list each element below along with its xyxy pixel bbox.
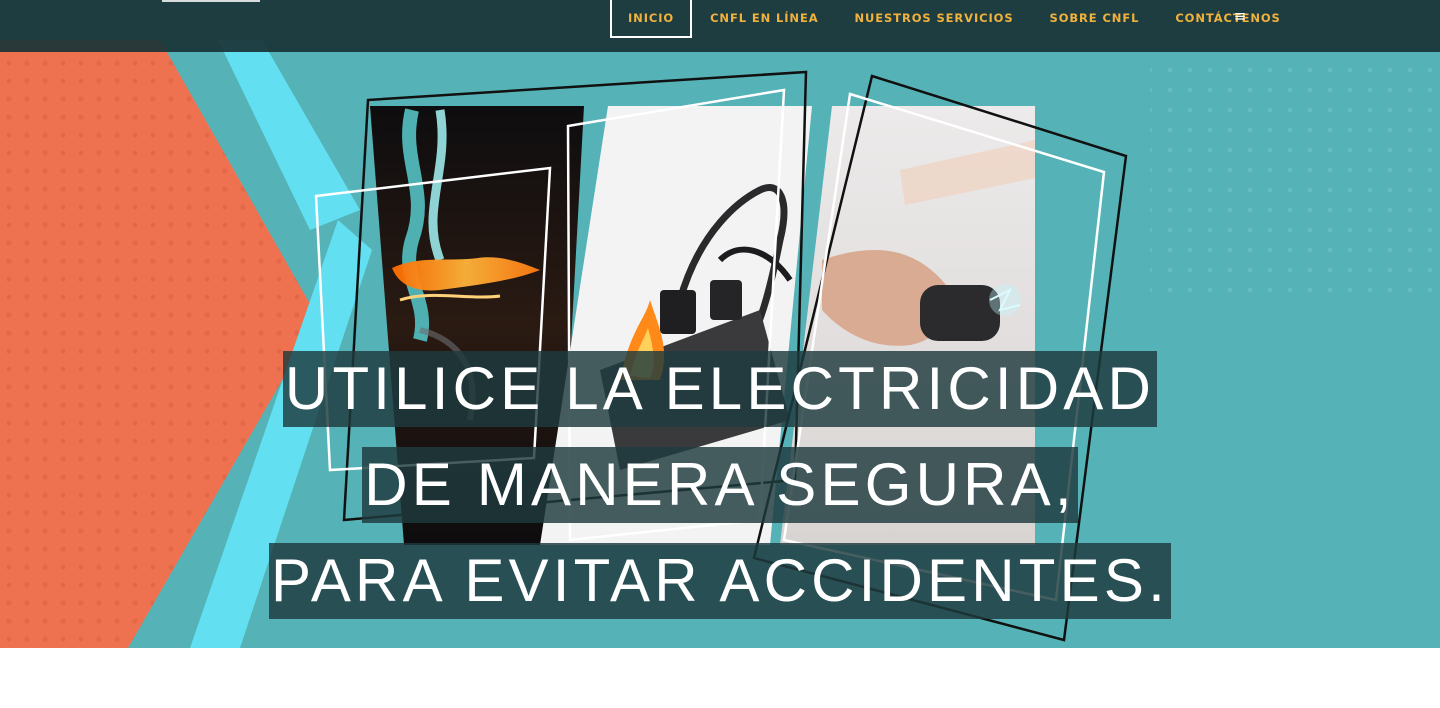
hamburger-icon[interactable]: ≡	[1232, 8, 1248, 24]
nav-item-sobre-cnfl[interactable]: SOBRE CNFL	[1032, 0, 1158, 38]
hero-headline-line-1: UTILICE LA ELECTRICIDAD	[0, 351, 1440, 427]
top-navbar: INICIO CNFL EN LÍNEA NUESTROS SERVICIOS …	[0, 0, 1440, 52]
hero-headline-text: DE MANERA SEGURA,	[362, 447, 1078, 523]
logo[interactable]	[162, 0, 260, 2]
hero-headline-text: UTILICE LA ELECTRICIDAD	[282, 351, 1158, 427]
hero-headline-line-2: DE MANERA SEGURA,	[0, 447, 1440, 523]
nav-item-nuestros-servicios[interactable]: NUESTROS SERVICIOS	[837, 0, 1032, 38]
content-area	[0, 648, 1440, 708]
nav-item-contactenos[interactable]: CONTÁCTENOS	[1157, 0, 1298, 38]
hero-banner: UTILICE LA ELECTRICIDAD DE MANERA SEGURA…	[0, 0, 1440, 648]
nav-item-inicio[interactable]: INICIO	[610, 0, 693, 38]
main-menu: INICIO CNFL EN LÍNEA NUESTROS SERVICIOS …	[610, 0, 1299, 38]
nav-item-cnfl-en-linea[interactable]: CNFL EN LÍNEA	[692, 0, 836, 38]
hero-headline-line-3: PARA EVITAR ACCIDENTES.	[0, 543, 1440, 619]
hero-headline-text: PARA EVITAR ACCIDENTES.	[269, 543, 1171, 619]
